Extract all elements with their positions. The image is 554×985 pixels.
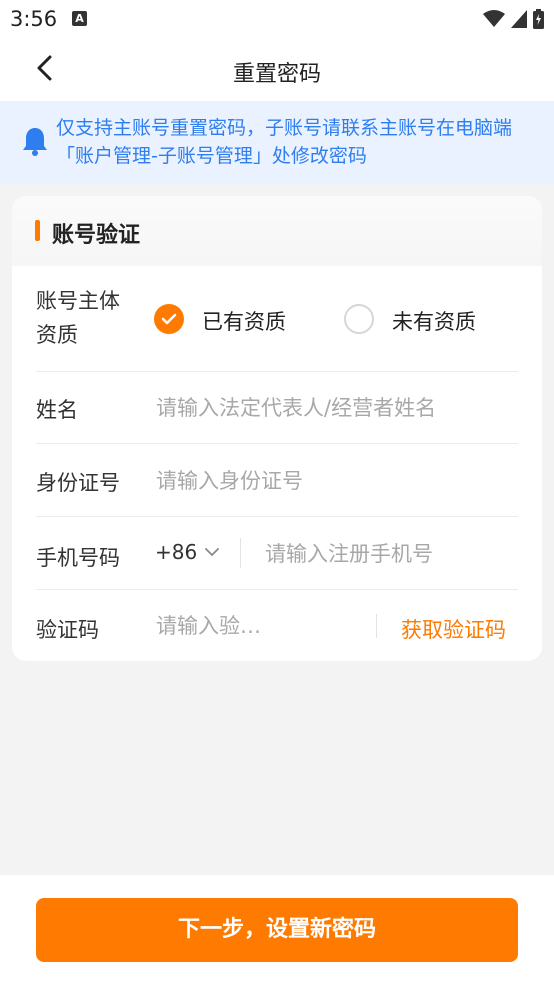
verify-code-input[interactable]: 请输入验…	[156, 610, 261, 640]
verify-code-label: 验证码	[36, 618, 99, 642]
id-number-label: 身份证号	[36, 471, 120, 495]
country-code-value: +86	[155, 540, 198, 564]
qualification-label-line2: 资质	[36, 323, 78, 347]
radio-no-qualification[interactable]	[344, 304, 374, 334]
get-code-button[interactable]: 获取验证码	[401, 614, 506, 644]
status-bar: 3:56 A	[0, 0, 554, 40]
name-row: 姓名 请输入法定代表人/经营者姓名	[36, 372, 518, 444]
section-marker	[35, 220, 40, 241]
account-verification-card: 账号验证 账号主体 资质 已有资质 未有资质 姓名 请输入法定代表人/经营者姓名…	[12, 196, 542, 661]
battery-icon	[533, 9, 544, 29]
checkmark-icon	[161, 313, 177, 325]
radio-has-qualification-label[interactable]: 已有资质	[202, 306, 286, 336]
radio-no-qualification-label[interactable]: 未有资质	[392, 306, 476, 336]
a-badge-icon: A	[72, 11, 87, 26]
phone-label: 手机号码	[36, 546, 120, 570]
signal-icon	[511, 10, 527, 28]
status-indicators	[483, 8, 544, 30]
next-step-button[interactable]: 下一步，设置新密码	[36, 898, 518, 962]
qualification-label-line1: 账号主体	[36, 289, 120, 313]
nav-bar: 重置密码	[0, 40, 554, 101]
notice-text: 仅支持主账号重置密码，子账号请联系主账号在电脑端「账户管理-子账号管理」处修改密…	[56, 117, 513, 167]
phone-row: 手机号码 +86 请输入注册手机号	[36, 517, 518, 590]
phone-input[interactable]: 请输入注册手机号	[265, 538, 433, 568]
card-title: 账号验证	[52, 223, 141, 248]
verify-code-divider	[376, 614, 377, 638]
qualification-label: 账号主体 资质	[36, 284, 120, 352]
status-time: 3:56	[10, 7, 58, 31]
verify-code-row: 验证码 请输入验… 获取验证码	[36, 590, 518, 661]
id-number-input[interactable]: 请输入身份证号	[156, 465, 303, 495]
chevron-down-icon	[205, 547, 220, 556]
card-header: 账号验证	[12, 196, 542, 266]
name-input[interactable]: 请输入法定代表人/经营者姓名	[156, 392, 436, 422]
radio-has-qualification[interactable]	[154, 304, 184, 334]
phone-divider	[240, 538, 241, 568]
bottom-action-bar: 下一步，设置新密码	[0, 875, 554, 985]
qualification-row: 账号主体 资质 已有资质 未有资质	[36, 266, 518, 372]
name-label: 姓名	[36, 398, 78, 422]
bell-icon	[23, 128, 47, 156]
country-code-select[interactable]: +86	[155, 540, 220, 564]
wifi-icon	[483, 10, 505, 27]
page-title: 重置密码	[232, 62, 321, 87]
id-number-row: 身份证号 请输入身份证号	[36, 444, 518, 517]
